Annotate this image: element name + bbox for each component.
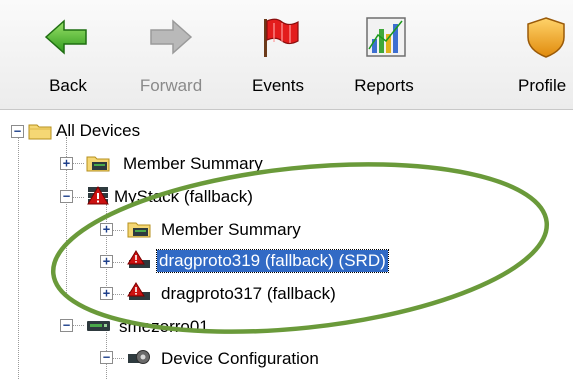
- tree-connector: [72, 197, 84, 198]
- tree-connector: [18, 137, 19, 379]
- device-alert-icon: [127, 282, 150, 300]
- tree-connector: [112, 358, 124, 359]
- reports-label: Reports: [354, 76, 414, 95]
- switch-device-icon: [87, 321, 110, 331]
- tree-node-label-selected: dragproto319 (fallback) (SRD): [156, 249, 389, 273]
- tree-node-label: Member Summary: [161, 220, 301, 239]
- profile-button[interactable]: Profile: [508, 0, 573, 108]
- tree-connector: [72, 325, 84, 326]
- forward-button[interactable]: Forward: [121, 0, 221, 108]
- tree-node-label: dragproto317 (fallback): [161, 284, 336, 303]
- folder-icon: [28, 124, 52, 140]
- device-alert-icon: [127, 250, 150, 268]
- tree-node-label: Device Configuration: [161, 349, 319, 368]
- events-label: Events: [252, 76, 304, 95]
- back-label: Back: [49, 76, 87, 95]
- shield-icon: [527, 17, 565, 58]
- member-summary-folder-icon: [127, 222, 151, 238]
- tree-node-label: smezorro01: [119, 317, 209, 336]
- tree-connector: [72, 163, 84, 164]
- tree-node-label: Member Summary: [123, 154, 263, 173]
- tree-connector: [112, 294, 124, 295]
- tree-connector: [112, 262, 124, 263]
- device-tree: − All Devices + Member Summary − MyStack…: [0, 113, 573, 379]
- toolbar: Back Forward Events Reports Profile: [0, 0, 573, 110]
- tree-node-label: All Devices: [56, 121, 141, 140]
- expand-toggle[interactable]: +: [100, 223, 113, 236]
- profile-label: Profile: [518, 76, 567, 95]
- forward-label: Forward: [139, 76, 203, 95]
- collapse-toggle[interactable]: −: [60, 319, 73, 332]
- expand-toggle[interactable]: +: [100, 255, 113, 268]
- member-summary-folder-icon: [86, 156, 110, 172]
- stack-alert-icon: [87, 186, 109, 205]
- back-arrow-icon: [44, 19, 87, 55]
- reports-button[interactable]: Reports: [334, 0, 434, 108]
- expand-toggle[interactable]: +: [60, 157, 73, 170]
- forward-arrow-icon: [150, 19, 193, 55]
- events-button[interactable]: Events: [228, 0, 328, 108]
- tree-connector: [112, 230, 124, 231]
- tree-connector: [106, 204, 107, 298]
- expand-toggle[interactable]: −: [100, 351, 113, 364]
- collapse-toggle[interactable]: −: [60, 190, 73, 203]
- flag-icon: [264, 18, 299, 57]
- expand-toggle[interactable]: +: [100, 287, 113, 300]
- device-configuration-icon: [128, 350, 150, 364]
- tree-node-label: MyStack (fallback): [114, 187, 253, 206]
- collapse-toggle[interactable]: −: [11, 125, 24, 138]
- bar-chart-icon: [366, 17, 406, 57]
- back-button[interactable]: Back: [18, 0, 118, 108]
